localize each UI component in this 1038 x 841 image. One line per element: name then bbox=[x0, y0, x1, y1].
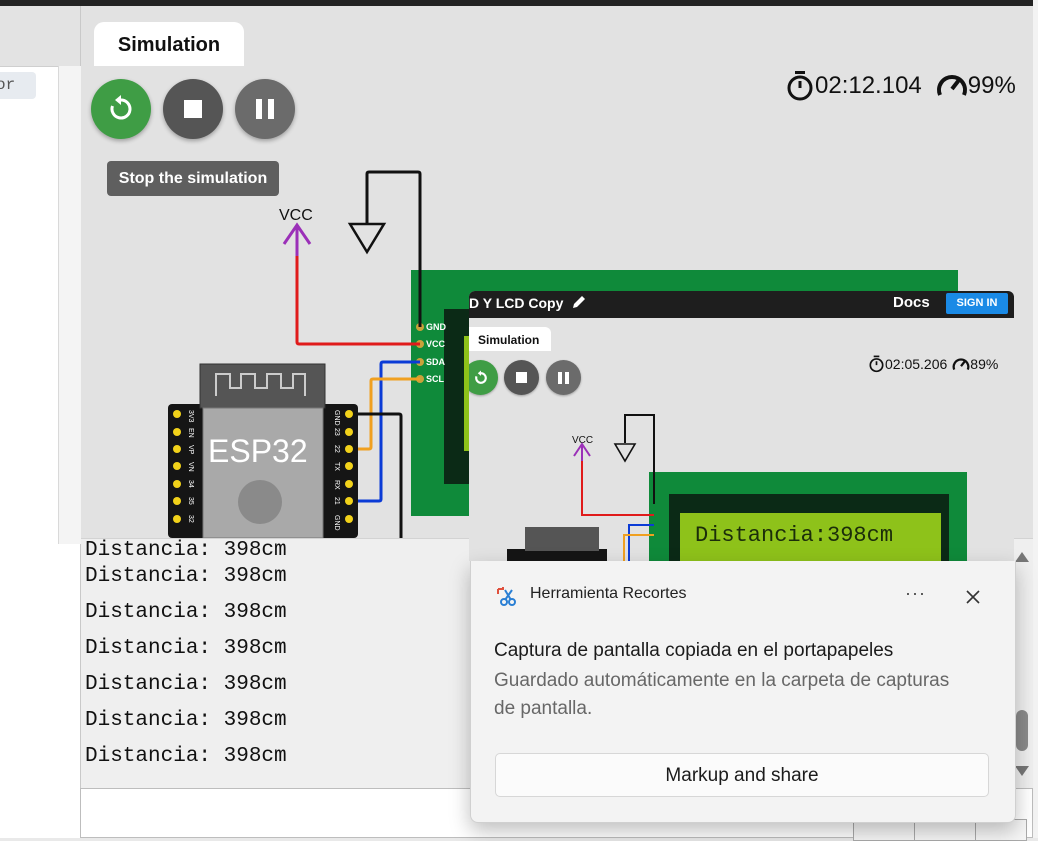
code-editor-panel: or bbox=[0, 6, 81, 838]
snip-circuit: Distancia:398cm VCC bbox=[507, 414, 967, 561]
lcd-pin-scl: SCL bbox=[426, 374, 445, 384]
esp32-pin-label: 34 bbox=[187, 480, 194, 488]
snip-lcd-text: Distancia:398cm bbox=[695, 523, 893, 548]
vcc-wire bbox=[295, 256, 420, 346]
esp32-pin-label: TX bbox=[333, 462, 340, 471]
serial-scrollbar-thumb[interactable] bbox=[1016, 710, 1028, 751]
snip-preview[interactable]: D Y LCD Copy Docs SIGN IN Simulation 02:… bbox=[469, 291, 1014, 561]
esp32-pin-label: GND bbox=[333, 515, 340, 531]
editor-tab-fragment[interactable]: or bbox=[0, 72, 36, 99]
gnd-symbol bbox=[347, 222, 387, 255]
esp32-pin-label: 23 bbox=[333, 428, 340, 436]
vcc-label: VCC bbox=[279, 207, 313, 224]
esp32-pin-label: VN bbox=[187, 462, 194, 472]
esp32-label: ESP32 bbox=[208, 433, 308, 469]
snip-gnd-symbol bbox=[613, 443, 637, 463]
esp32-pin-label: 35 bbox=[187, 497, 194, 505]
lcd-pin-sda: SDA bbox=[426, 357, 446, 367]
lcd-pin-vcc: VCC bbox=[426, 339, 446, 349]
close-icon[interactable] bbox=[965, 581, 981, 611]
notification-body: Guardado automáticamente en la carpeta d… bbox=[494, 670, 950, 719]
esp32-pin-label: 3V3 bbox=[187, 410, 194, 423]
esp32-pin-label: GND bbox=[333, 410, 340, 426]
esp32-pin-label: 32 bbox=[187, 515, 194, 523]
editor-gutter bbox=[58, 66, 81, 544]
editor-tab-strip bbox=[0, 6, 80, 67]
esp32-antenna bbox=[199, 363, 326, 409]
notification-app-name: Herramienta Recortes bbox=[530, 585, 687, 602]
esp32-pin-label: 22 bbox=[333, 445, 340, 453]
esp32-pin-label: EN bbox=[187, 428, 194, 438]
vcc-symbol bbox=[282, 222, 312, 256]
snip-vcc-wire bbox=[581, 461, 654, 516]
lcd-pin-gnd: GND bbox=[426, 322, 447, 332]
snip-esp32-antenna bbox=[525, 527, 599, 551]
snip-vcc-symbol bbox=[573, 442, 591, 461]
sda-wire bbox=[349, 360, 420, 503]
esp32-pin-label: RX bbox=[333, 480, 340, 490]
window-right-edge bbox=[1033, 0, 1038, 838]
scroll-up-icon[interactable] bbox=[1015, 552, 1029, 562]
more-options-icon[interactable]: ··· bbox=[905, 583, 926, 604]
esp32-pin-label: 21 bbox=[333, 497, 340, 505]
snipping-tool-notification[interactable]: Herramienta Recortes ··· Captura de pant… bbox=[470, 561, 1016, 823]
snipping-tool-icon bbox=[497, 587, 516, 606]
scroll-down-icon[interactable] bbox=[1015, 766, 1029, 776]
espressif-logo bbox=[238, 480, 282, 524]
notification-title: Captura de pantalla copiada en el portap… bbox=[494, 640, 894, 661]
esp32-pin-label: VP bbox=[187, 445, 194, 455]
markup-and-share-button[interactable]: Markup and share bbox=[495, 753, 989, 797]
